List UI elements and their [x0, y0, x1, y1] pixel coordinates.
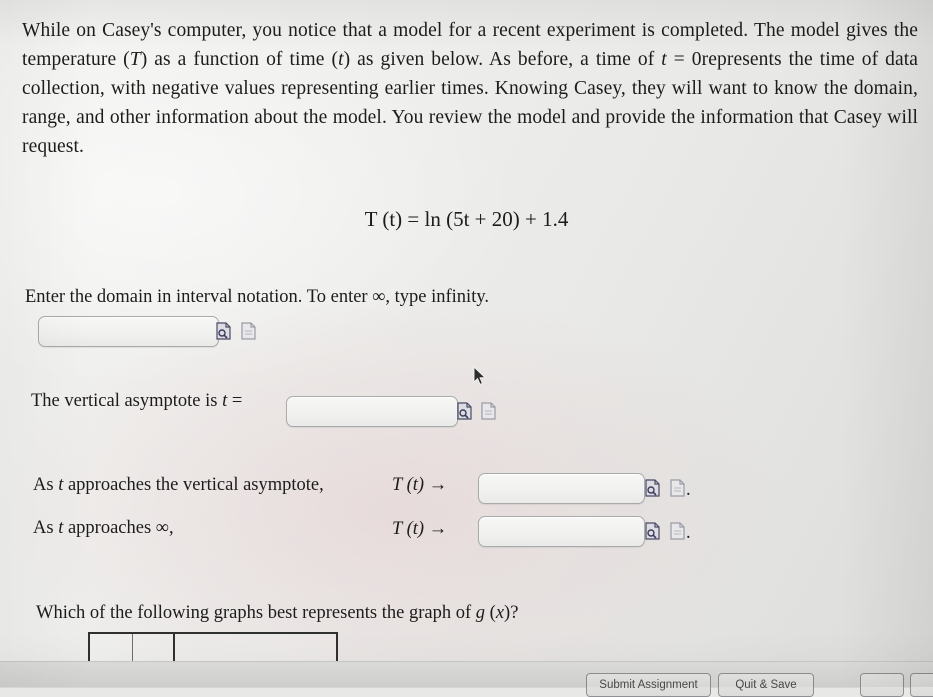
document-preview-icon[interactable] [216, 322, 231, 340]
limit-question-2-prompt: As t approaches ∞, [33, 518, 174, 538]
asymptote-question-prompt: The vertical asymptote is t = [31, 391, 243, 411]
limit-1-answer-input[interactable] [478, 473, 645, 504]
graph-question-prompt: Which of the following graphs best repre… [36, 603, 519, 623]
limit-question-1-period: . [686, 480, 691, 500]
domain-question-prompt: Enter the domain in interval notation. T… [25, 287, 490, 307]
document-preview-icon[interactable] [645, 479, 660, 497]
bottom-toolbar: Submit Assignment Quit & Save [0, 661, 933, 697]
limit-question-1-arrow-label: T (t) → [392, 475, 448, 495]
document-help-icon[interactable] [481, 402, 496, 420]
limit-2-answer-input[interactable] [478, 516, 645, 547]
toolbar-button-4[interactable] [910, 673, 933, 697]
document-help-icon[interactable] [241, 322, 256, 340]
submit-assignment-button[interactable]: Submit Assignment [586, 673, 711, 697]
toolbar-button-3[interactable] [860, 673, 904, 697]
limit-question-2-arrow-label: T (t) → [392, 519, 448, 539]
mouse-pointer [473, 365, 487, 386]
asymptote-answer-input[interactable] [286, 396, 458, 427]
document-help-icon[interactable] [670, 479, 685, 497]
limit-question-2-period: . [686, 523, 691, 543]
document-preview-icon[interactable] [457, 402, 472, 420]
document-preview-icon[interactable] [645, 522, 660, 540]
document-help-icon[interactable] [670, 522, 685, 540]
domain-answer-input[interactable] [38, 316, 219, 347]
limit-question-1-prompt: As t approaches the vertical asymptote, [33, 475, 324, 495]
page-surface: While on Casey's computer, you notice th… [0, 0, 933, 697]
quit-and-save-button[interactable]: Quit & Save [718, 673, 814, 697]
model-formula: T (t) = ln (5t + 20) + 1.4 [364, 207, 569, 231]
problem-intro-paragraph: While on Casey's computer, you notice th… [22, 19, 918, 157]
